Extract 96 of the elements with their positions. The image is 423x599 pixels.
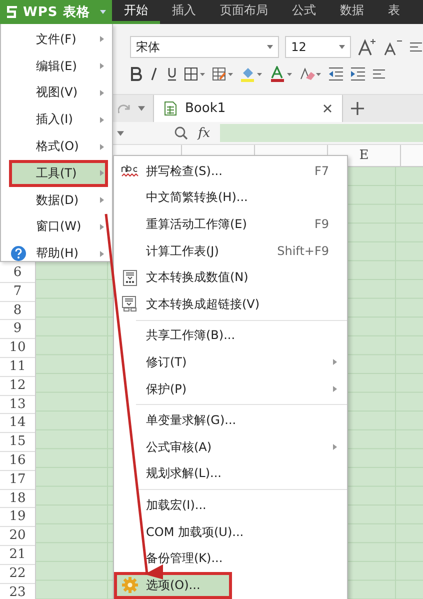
- bold-icon[interactable]: [130, 67, 142, 81]
- settings-icon: [122, 577, 138, 594]
- font-color-icon[interactable]: [270, 66, 294, 82]
- font-field[interactable]: 宋体: [130, 36, 280, 58]
- submenu-arrow-icon: [333, 444, 337, 450]
- app-menu-button[interactable]: WPS 表格: [0, 0, 112, 24]
- caret-icon[interactable]: [138, 106, 145, 111]
- row-header[interactable]: 9: [0, 320, 35, 340]
- submenu-arrow-icon: [100, 250, 104, 257]
- row-header[interactable]: 11: [0, 358, 35, 377]
- menu-item[interactable]: 窗口(W): [1, 214, 112, 240]
- shrink-font-icon[interactable]: [383, 38, 403, 56]
- menu-item[interactable]: 中文简繁转换(H)...: [114, 184, 347, 212]
- menu-item[interactable]: 格式(O): [1, 133, 112, 160]
- row-header[interactable]: 16: [0, 452, 35, 471]
- menu-item[interactable]: 数据(D): [1, 186, 112, 214]
- row-header[interactable]: 19: [0, 508, 35, 528]
- row-header[interactable]: 12: [0, 376, 35, 396]
- submenu-arrow-icon: [100, 36, 104, 42]
- row-header[interactable]: 21: [0, 546, 35, 565]
- font-size-field[interactable]: 12: [285, 36, 351, 58]
- ribbon-tab[interactable]: 插入: [160, 0, 208, 24]
- shortcut-label: F7: [314, 164, 329, 178]
- row-header[interactable]: 8: [0, 302, 35, 320]
- clear-format-icon[interactable]: [300, 66, 322, 82]
- row-header[interactable]: 18: [0, 490, 35, 508]
- ribbon-tab[interactable]: 表: [376, 0, 412, 24]
- row-header[interactable]: 15: [0, 433, 35, 452]
- document-tab[interactable]: Book1: [153, 95, 343, 122]
- caret-icon: [100, 10, 106, 14]
- ribbon-tab[interactable]: 公式: [280, 0, 328, 24]
- decrease-indent-icon[interactable]: [328, 67, 344, 81]
- menu-item[interactable]: 选项(O)...: [114, 572, 232, 598]
- menu-item[interactable]: 加载宏(I)...: [114, 492, 347, 519]
- align-icon[interactable]: [409, 40, 423, 54]
- spell-check-icon: [121, 164, 139, 178]
- submenu-arrow-icon: [100, 116, 104, 123]
- border-icon[interactable]: [184, 67, 206, 81]
- shortcut-label: Shift+F9: [277, 244, 329, 258]
- row-header[interactable]: 23: [0, 584, 35, 599]
- row-header[interactable]: 20: [0, 527, 35, 546]
- row-header[interactable]: 10: [0, 339, 35, 358]
- menu-item[interactable]: 工具(T): [9, 160, 108, 187]
- menu-item[interactable]: 备份管理(K)...: [114, 545, 347, 572]
- submenu-arrow-icon: [333, 386, 337, 392]
- fill-color-icon[interactable]: [240, 66, 264, 82]
- ribbon-tab[interactable]: 页面布局: [208, 0, 280, 24]
- menu-item[interactable]: 文本转换成超链接(V): [114, 290, 347, 318]
- new-tab-icon[interactable]: [351, 102, 364, 115]
- menu-item[interactable]: COM 加载项(U)...: [114, 518, 347, 546]
- close-icon[interactable]: [323, 104, 332, 113]
- submenu-arrow-icon: [100, 224, 104, 230]
- menu-item[interactable]: 规划求解(L)...: [114, 460, 347, 488]
- document-title: Book1: [185, 101, 226, 116]
- row-header[interactable]: 7: [0, 282, 35, 302]
- caret-icon: [339, 45, 345, 49]
- menu-item[interactable]: 编辑(E): [1, 52, 112, 80]
- menu-item[interactable]: 修订(T): [114, 349, 347, 376]
- menu-item[interactable]: 单变量求解(G)...: [114, 407, 347, 434]
- logo-icon: [6, 5, 18, 19]
- grow-font-icon[interactable]: [357, 38, 377, 56]
- search-icon[interactable]: [174, 126, 188, 140]
- increase-indent-icon[interactable]: [350, 67, 366, 81]
- menu-item[interactable]: 计算工作表(J) Shift+F9: [114, 238, 347, 264]
- shortcut-label: F9: [314, 217, 329, 232]
- row-header[interactable]: 13: [0, 396, 35, 414]
- caret-icon: [267, 45, 274, 49]
- menu-item[interactable]: 重算活动工作簿(E) F9: [114, 211, 347, 238]
- menu-item[interactable]: 文本转换成数值(N): [114, 264, 347, 291]
- caret-icon[interactable]: [117, 130, 124, 136]
- text-to-link-icon: [122, 296, 138, 312]
- align-icon[interactable]: [372, 67, 386, 81]
- row-header[interactable]: 6: [0, 264, 35, 283]
- menu-item[interactable]: 共享工作簿(B)...: [114, 322, 347, 350]
- submenu-arrow-icon: [333, 359, 337, 366]
- function-button[interactable]: fx: [198, 126, 210, 140]
- menu-item[interactable]: 插入(I): [1, 106, 112, 134]
- row-header[interactable]: 17: [0, 470, 35, 490]
- app-title: WPS 表格: [23, 4, 90, 21]
- row-header[interactable]: 22: [0, 564, 35, 584]
- text-to-number-icon: [123, 270, 137, 286]
- row-header[interactable]: 14: [0, 414, 35, 434]
- underline-icon[interactable]: [166, 67, 178, 81]
- submenu-arrow-icon: [100, 197, 104, 204]
- menu-item[interactable]: 公式审核(A): [114, 434, 347, 461]
- submenu-arrow-icon: [100, 144, 104, 150]
- table-style-icon[interactable]: [212, 67, 234, 81]
- formula-field[interactable]: [220, 124, 423, 142]
- ribbon-tab[interactable]: 数据: [328, 0, 376, 24]
- menu-item[interactable]: 视图(V): [1, 80, 112, 106]
- submenu-arrow-icon: [100, 90, 104, 96]
- spreadsheet-icon: [164, 101, 177, 116]
- menu-item[interactable]: 保护(P): [114, 376, 347, 402]
- submenu-arrow-icon: [100, 170, 104, 176]
- menu-item[interactable]: 文件(F): [1, 26, 112, 53]
- submenu-arrow-icon: [100, 63, 104, 70]
